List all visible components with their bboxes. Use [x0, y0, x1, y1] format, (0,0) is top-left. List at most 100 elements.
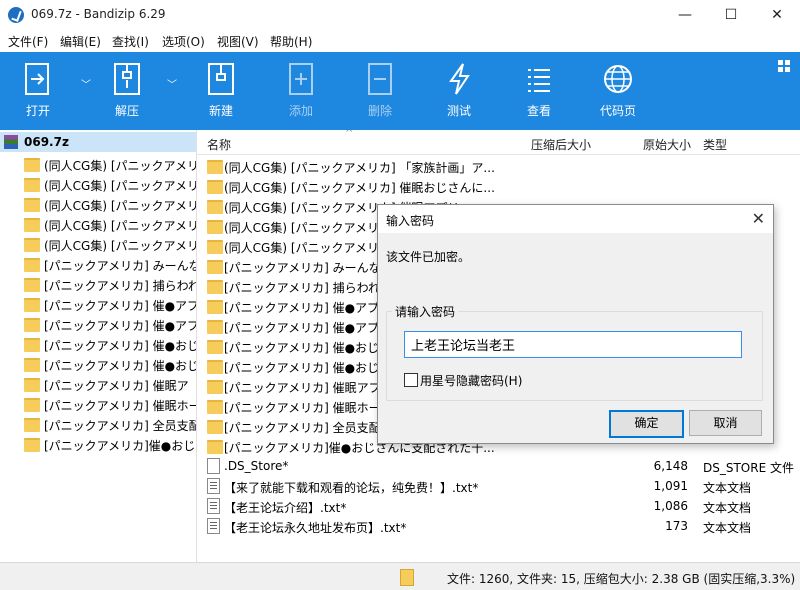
tree-item[interactable]: [パニックアメリカ] 催●アプ	[0, 294, 196, 314]
file-name: [パニックアメリカ] 催眠アプ	[224, 381, 381, 395]
file-icon	[207, 458, 220, 474]
folder-icon	[24, 238, 40, 252]
view-button[interactable]: 查看	[509, 62, 569, 119]
add-file-icon	[289, 63, 313, 95]
column-compressed-size[interactable]: 压缩后大小	[531, 136, 591, 153]
cancel-button[interactable]: 取消	[689, 410, 762, 436]
tree-item-label: [パニックアメリカ] 催●アプ	[44, 299, 197, 313]
ok-button[interactable]: 确定	[609, 410, 684, 438]
tree-item[interactable]: [パニックアメリカ] 捕らわれ	[0, 274, 196, 294]
file-name: .DS_Store*	[224, 459, 289, 473]
folder-icon	[207, 220, 223, 234]
add-button[interactable]: 添加	[271, 62, 331, 119]
tree-item-label: [パニックアメリカ] 催眠ア	[44, 379, 189, 393]
archive-icon	[4, 135, 18, 149]
codepage-label: 代码页	[599, 104, 636, 118]
column-type[interactable]: 类型	[703, 136, 727, 153]
password-input[interactable]	[404, 331, 742, 358]
file-name: [パニックアメリカ] 催●おじ	[224, 361, 380, 375]
folder-icon	[24, 198, 40, 212]
menu-item[interactable]: 选项(O)	[162, 33, 205, 50]
new-archive-button[interactable]: 新建	[191, 62, 251, 119]
menu-item[interactable]: 查找(I)	[112, 33, 149, 50]
folder-icon	[207, 400, 223, 414]
folder-icon	[24, 158, 40, 172]
text-file-icon	[207, 478, 220, 494]
hide-password-checkbox[interactable]	[404, 373, 418, 387]
tree-root-archive[interactable]: 069.7z	[0, 132, 196, 152]
tree-item[interactable]: (同人CG集) [パニックアメリカ] 催●アプリ	[0, 214, 196, 234]
column-original-size[interactable]: 原始大小	[643, 136, 691, 153]
folder-icon	[207, 300, 223, 314]
test-button[interactable]: 测试	[429, 62, 489, 119]
file-row[interactable]: 【老王论坛永久地址发布页】.txt* 173 文本文档	[197, 516, 800, 536]
tree-item[interactable]: (同人CG集) [パニックアメリカ] 催眠アプリ	[0, 194, 196, 214]
tree-item[interactable]: [パニックアメリカ] 催眠ア	[0, 374, 196, 394]
tree-item[interactable]: [パニックアメリカ] 全员支配	[0, 414, 196, 434]
status-text: 文件: 1260, 文件夹: 15, 压缩包大小: 2.38 GB (固实压缩,…	[447, 572, 796, 586]
folder-tree[interactable]: 069.7z (同人CG集) [パニックアメリカ]「家族計画」ア (同人CG集) …	[0, 130, 197, 562]
folder-icon	[207, 160, 223, 174]
maximize-button[interactable]: ☐	[708, 0, 754, 30]
tree-item[interactable]: (同人CG集) [パニックアメリカ] 催眠おじさんに	[0, 174, 196, 194]
tree-item[interactable]: [パニックアメリカ] 催●アプ	[0, 314, 196, 334]
tree-item[interactable]: (同人CG集) [パニックアメリカ]「家族計画」ア	[0, 154, 196, 174]
dialog-title: 输入密码	[386, 214, 435, 228]
status-bar: 文件: 1260, 文件夹: 15, 压缩包大小: 2.38 GB (固实压缩,…	[0, 562, 800, 590]
dialog-close-icon[interactable]: ✕	[752, 209, 765, 228]
sort-ascending-icon: ^	[345, 130, 354, 139]
file-row[interactable]: 【来了就能下载和观看的论坛，纯免费！】.txt* 1,091 文本文档	[197, 476, 800, 496]
folder-icon	[207, 320, 223, 334]
file-name: [パニックアメリカ] 全员支配	[224, 421, 381, 435]
file-row[interactable]: 【老王论坛介绍】.txt* 1,086 文本文档	[197, 496, 800, 516]
close-window-button[interactable]: ✕	[754, 0, 800, 30]
tree-item[interactable]: [パニックアメリカ] 催●おじ	[0, 354, 196, 374]
file-name: [パニックアメリカ] 捕らわれ	[224, 281, 380, 295]
column-name[interactable]: 名称	[207, 136, 231, 153]
tree-root-label: 069.7z	[24, 135, 69, 149]
file-name: 【老王论坛介绍】.txt*	[224, 501, 347, 515]
menu-item[interactable]: 文件(F)	[8, 33, 48, 50]
folder-icon	[24, 398, 40, 412]
file-row[interactable]: (同人CG集) [パニックアメリカ] 催眠おじさんに...	[197, 176, 800, 196]
tree-item[interactable]: [パニックアメリカ] 催眠ホー	[0, 394, 196, 414]
menu-item[interactable]: 视图(V)	[217, 33, 259, 50]
file-name: 【来了就能下载和观看的论坛，纯免费！】.txt*	[224, 481, 479, 495]
file-row[interactable]: .DS_Store* 6,148 DS_STORE 文件	[197, 456, 800, 476]
file-row[interactable]: (同人CG集) [パニックアメリカ] 「家族計画」ア...	[197, 156, 800, 176]
tree-item[interactable]: [パニックアメリカ]催●おじ	[0, 434, 196, 454]
view-label: 查看	[526, 104, 551, 118]
menu-item[interactable]: 帮助(H)	[270, 33, 312, 50]
open-dropdown-icon[interactable]: ﹀	[81, 76, 91, 91]
file-name: (同人CG集) [パニックアメリカ] 催眠おじさんに...	[224, 181, 495, 195]
open-button[interactable]: 打开	[8, 62, 68, 119]
list-view-icon	[528, 69, 550, 92]
tree-item-label: [パニックアメリカ] 催●アプ	[44, 319, 197, 333]
menu-item[interactable]: 编辑(E)	[60, 33, 101, 50]
layout-grid-icon[interactable]	[778, 60, 790, 72]
tree-item-label: (同人CG集) [パニックアメリカ] 催眠アプリ	[44, 199, 196, 213]
codepage-button[interactable]: 代码页	[588, 62, 648, 119]
file-name: [パニックアメリカ] 催眠ホー	[224, 401, 381, 415]
bandizip-app-icon	[8, 7, 24, 23]
extract-label: 解压	[114, 104, 139, 118]
file-type: 文本文档	[703, 481, 752, 495]
folder-icon	[24, 378, 40, 392]
extract-button[interactable]: 解压	[97, 62, 157, 119]
file-name: (同人CG集) [パニックアメリカ] 「家族計画」ア...	[224, 161, 495, 175]
tree-item[interactable]: [パニックアメリカ] 催●おじ	[0, 334, 196, 354]
file-type: DS_STORE 文件	[703, 461, 794, 475]
folder-icon	[24, 418, 40, 432]
delete-button[interactable]: 删除	[350, 62, 410, 119]
tree-item[interactable]: (同人CG集) [パニックアメリカ] 催●おじさん	[0, 234, 196, 254]
minimize-button[interactable]: —	[662, 0, 708, 30]
hide-password-label[interactable]: 用星号隐藏密码(H)	[420, 372, 522, 389]
title-bar: 069.7z - Bandizip 6.29 — ☐ ✕	[0, 0, 800, 30]
password-dialog: 输入密码 ✕ 该文件已加密。 请输入密码 用星号隐藏密码(H) 确定 取消	[377, 204, 774, 444]
extract-icon	[114, 63, 140, 95]
folder-icon	[24, 358, 40, 372]
tree-item-label: [パニックアメリカ] 催眠ホー	[44, 399, 197, 413]
tree-item-label: [パニックアメリカ] みーんな	[44, 259, 197, 273]
tree-item[interactable]: [パニックアメリカ] みーんな	[0, 254, 196, 274]
extract-dropdown-icon[interactable]: ﹀	[167, 76, 177, 91]
